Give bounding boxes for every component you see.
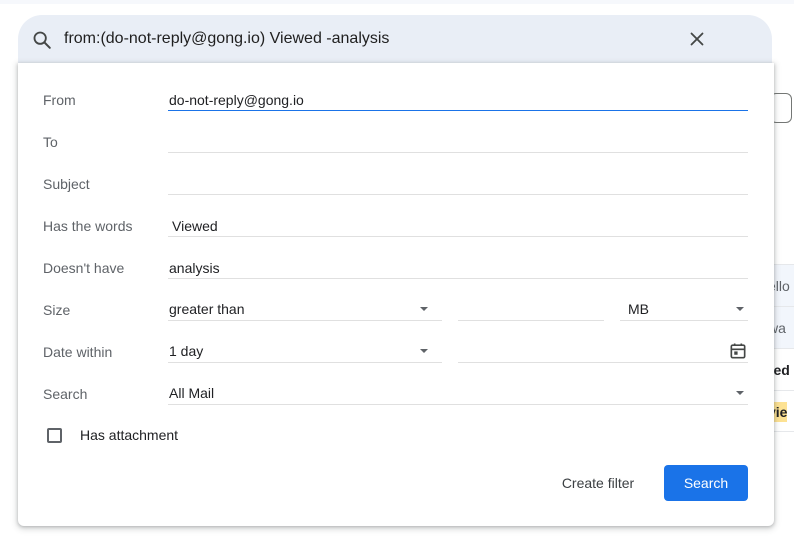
search-in-label: Search xyxy=(43,386,88,402)
has-attachment-checkbox[interactable] xyxy=(47,428,62,443)
search-query-text[interactable]: from:(do-not-reply@gong.io) Viewed -anal… xyxy=(64,15,389,63)
date-within-label: Date within xyxy=(43,344,113,360)
advanced-search-panel: From To Subject Has the words Doesn't ha… xyxy=(18,63,774,526)
date-input[interactable] xyxy=(458,341,748,363)
date-within-value: 1 day xyxy=(169,343,204,359)
has-words-input[interactable] xyxy=(168,215,748,237)
size-label: Size xyxy=(43,302,71,318)
chevron-down-icon xyxy=(736,391,744,395)
chevron-down-icon xyxy=(420,349,428,353)
size-operator-select[interactable]: greater than xyxy=(168,299,442,321)
search-button[interactable]: Search xyxy=(664,465,748,501)
size-operator-value: greater than xyxy=(169,301,245,317)
subject-label: Subject xyxy=(43,176,90,192)
has-attachment-label[interactable]: Has attachment xyxy=(80,425,178,445)
search-bar[interactable]: from:(do-not-reply@gong.io) Viewed -anal… xyxy=(18,15,772,63)
app-header-strip xyxy=(0,0,794,4)
subject-input[interactable] xyxy=(168,173,748,195)
search-in-select[interactable]: All Mail xyxy=(168,383,748,405)
date-within-select[interactable]: 1 day xyxy=(168,341,442,363)
chevron-down-icon xyxy=(420,307,428,311)
has-words-label: Has the words xyxy=(43,218,133,234)
from-label: From xyxy=(43,92,76,108)
chevron-down-icon xyxy=(736,307,744,311)
to-input[interactable] xyxy=(168,131,748,153)
calendar-icon[interactable] xyxy=(728,341,748,361)
create-filter-button[interactable]: Create filter xyxy=(546,465,650,501)
size-unit-value: MB xyxy=(628,301,649,317)
doesnt-have-input[interactable] xyxy=(168,257,748,279)
from-input[interactable] xyxy=(168,89,748,111)
doesnt-have-label: Doesn't have xyxy=(43,260,125,276)
to-label: To xyxy=(43,134,58,150)
size-unit-select[interactable]: MB xyxy=(620,299,748,321)
size-value-input[interactable] xyxy=(458,299,604,321)
search-icon[interactable] xyxy=(31,29,53,51)
search-in-value: All Mail xyxy=(169,385,215,401)
close-icon[interactable] xyxy=(686,28,708,50)
